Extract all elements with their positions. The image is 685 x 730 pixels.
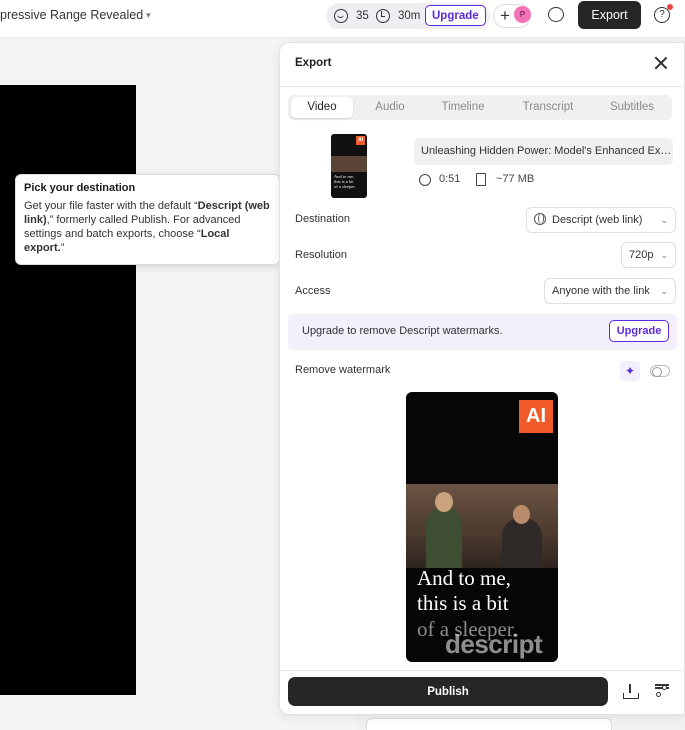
descript-watermark: descript	[445, 629, 543, 659]
settings-sliders-icon[interactable]	[655, 684, 669, 698]
tooltip-title: Pick your destination	[24, 182, 136, 194]
destination-label: Destination	[295, 213, 351, 225]
remove-watermark-toggle[interactable]	[650, 365, 670, 377]
notification-dot	[667, 4, 673, 10]
upgrade-button[interactable]: Upgrade	[425, 5, 486, 26]
tooltip-text-3: ”	[60, 242, 65, 254]
lightning-icon: ✦	[620, 361, 640, 381]
close-icon[interactable]	[654, 56, 668, 70]
tab-subtitles[interactable]: Subtitles	[594, 95, 670, 120]
destination-value: Descript (web link)	[552, 214, 643, 226]
video-preview[interactable]: AI And to me, this is a bit of a sleeper…	[406, 392, 558, 662]
publish-button[interactable]: Publish	[288, 677, 608, 706]
background-card	[366, 718, 612, 730]
person-right	[502, 505, 542, 568]
export-button[interactable]: Export	[578, 1, 641, 29]
access-value: Anyone with the link	[552, 285, 650, 297]
destination-select[interactable]: Descript (web link) ⌄	[526, 207, 676, 233]
export-tabs: Video Audio Timeline Transcript Subtitle…	[288, 95, 672, 120]
caption-line-2: this is a bit	[417, 591, 509, 615]
caption-line-1: And to me,	[417, 566, 511, 590]
preview-scene	[406, 484, 558, 568]
clock-icon	[419, 174, 431, 186]
file-icon	[476, 173, 486, 186]
panel-title: Export	[295, 57, 332, 69]
face-icon	[334, 9, 348, 23]
tab-timeline[interactable]: Timeline	[428, 95, 498, 120]
thumbnail-caption: And to me, this is a bit of a sleeper.	[334, 174, 356, 189]
tooltip-text-1: Get your file faster with the default “	[24, 200, 198, 212]
footer-divider	[280, 670, 685, 671]
comment-icon[interactable]	[548, 7, 564, 22]
export-panel: Export Video Audio Timeline Transcript S…	[279, 42, 685, 715]
chevron-down-icon: ⌄	[660, 215, 668, 225]
person-left	[426, 492, 462, 568]
access-select[interactable]: Anyone with the link ⌄	[544, 278, 676, 304]
chevron-down-icon: ▾	[146, 10, 151, 20]
duration-text: 0:51	[439, 173, 461, 185]
clock-icon	[376, 9, 390, 23]
time-left: 30m	[398, 10, 421, 22]
face-count: 35	[356, 10, 369, 22]
resolution-label: Resolution	[295, 249, 347, 261]
tooltip-body: Get your file faster with the default “D…	[24, 199, 271, 255]
document-title-text: pressive Range Revealed	[0, 8, 144, 22]
globe-icon	[534, 213, 546, 225]
watermark-upgrade-banner: Upgrade to remove Descript watermarks. U…	[288, 314, 677, 350]
plus-icon: +	[500, 6, 510, 25]
tab-audio[interactable]: Audio	[358, 95, 422, 120]
destination-tooltip: Pick your destination Get your file fast…	[15, 174, 280, 265]
banner-upgrade-button[interactable]: Upgrade	[609, 320, 669, 342]
video-thumbnail: AI And to me, this is a bit of a sleeper.	[331, 134, 367, 198]
ai-badge-small: AI	[356, 136, 365, 145]
tab-transcript[interactable]: Transcript	[508, 95, 588, 120]
file-size-text: ~77 MB	[496, 173, 535, 185]
access-label: Access	[295, 285, 331, 297]
document-title[interactable]: pressive Range Revealed ▾	[0, 8, 151, 22]
divider	[280, 86, 685, 87]
thumbnail-scene	[331, 156, 367, 172]
tab-video[interactable]: Video	[291, 97, 353, 118]
resolution-value: 720p	[629, 249, 654, 261]
banner-text: Upgrade to remove Descript watermarks.	[302, 325, 503, 337]
chevron-down-icon: ⌄	[660, 250, 668, 260]
resolution-select[interactable]: 720p ⌄	[621, 242, 676, 268]
top-bar: pressive Range Revealed ▾ 35 30m Upgrade …	[0, 0, 685, 38]
download-icon[interactable]	[623, 684, 639, 699]
remove-watermark-label: Remove watermark	[295, 364, 391, 376]
file-name-field[interactable]: Unleashing Hidden Power: Model's Enhance…	[414, 138, 673, 165]
ai-badge: AI	[519, 400, 553, 433]
chevron-down-icon: ⌄	[660, 286, 668, 296]
avatar[interactable]: P	[514, 6, 531, 23]
